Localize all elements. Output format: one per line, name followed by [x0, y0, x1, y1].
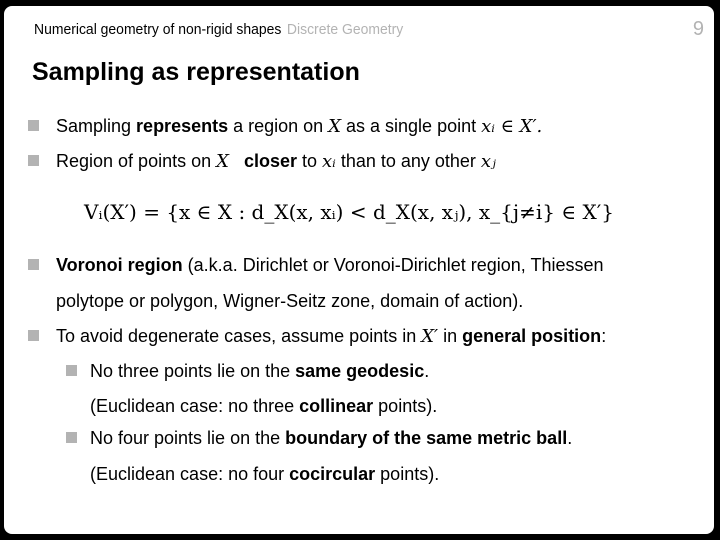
- course-title: Numerical geometry of non-rigid shapes: [34, 21, 282, 38]
- sub-bullet-icon: [66, 432, 77, 443]
- text: points).: [373, 396, 438, 416]
- text: (a.k.a. Dirichlet or Voronoi-Dirichlet r…: [182, 255, 604, 275]
- slide-title: Sampling as representation: [32, 58, 360, 86]
- page-number: 9: [692, 18, 704, 40]
- math: X: [216, 151, 229, 172]
- math: X′: [421, 326, 439, 347]
- bold-text: Voronoi region: [56, 255, 183, 275]
- text: a region on: [228, 116, 329, 136]
- bold-text: general position: [462, 326, 602, 346]
- sub-bullet-icon: [66, 365, 77, 376]
- text: .: [424, 361, 430, 381]
- text: than to any other: [335, 151, 481, 171]
- text: (Euclidean case: no three: [90, 396, 300, 416]
- slide: Numerical geometry of non-rigid shapes Di…: [4, 6, 714, 534]
- bold-text: cocircular: [289, 464, 376, 484]
- bullet-region: Region of points on X closer to xᵢ than …: [56, 151, 496, 172]
- text: in: [438, 326, 463, 346]
- math: X: [328, 116, 342, 137]
- bullet-voronoi: Voronoi region (a.k.a. Dirichlet or Voro…: [56, 255, 604, 276]
- math: xⱼ: [480, 151, 496, 172]
- text: Sampling: [56, 116, 137, 136]
- bullet-voronoi-cont: polytope or polygon, Wigner-Seitz zone, …: [56, 291, 524, 311]
- text: No three points lie on the: [90, 361, 296, 381]
- bold-text: boundary of the same metric ball: [285, 428, 568, 448]
- bold-text: collinear: [299, 396, 374, 416]
- sub-bullet-geodesic-note: (Euclidean case: no three collinear poin…: [90, 396, 437, 417]
- text: .: [567, 428, 573, 448]
- math: xᵢ: [322, 151, 336, 172]
- sub-bullet-geodesic: No three points lie on the same geodesic…: [90, 361, 429, 382]
- bullet-general-position: To avoid degenerate cases, assume points…: [56, 326, 606, 347]
- text: :: [601, 326, 607, 346]
- text: as a single point: [341, 116, 482, 136]
- bullet-sampling: Sampling represents a region on X as a s…: [56, 116, 542, 137]
- math: xᵢ ∈ X′.: [481, 116, 543, 137]
- sub-bullet-metric-ball: No four points lie on the boundary of th…: [90, 428, 572, 449]
- text: to: [297, 151, 323, 171]
- bold-text: closer: [243, 151, 298, 171]
- voronoi-equation: Vᵢ(X′) = {x ∈ X : d_X(x, xᵢ) < d_X(x, xⱼ…: [84, 200, 614, 224]
- bullet-icon: [28, 259, 39, 270]
- text: points).: [375, 464, 440, 484]
- bullet-icon: [28, 330, 39, 341]
- text: (Euclidean case: no four: [90, 464, 290, 484]
- bold-text: same geodesic: [295, 361, 425, 381]
- bold-text: represents: [136, 116, 229, 136]
- slide-header: Numerical geometry of non-rigid shapes Di…: [34, 21, 403, 38]
- text: To avoid degenerate cases, assume points…: [56, 326, 422, 346]
- text: No four points lie on the: [90, 428, 286, 448]
- section-title: Discrete Geometry: [286, 21, 404, 38]
- bullet-icon: [28, 155, 39, 166]
- sub-bullet-metric-ball-note: (Euclidean case: no four cocircular poin…: [90, 464, 439, 485]
- text: Region of points on: [56, 151, 217, 171]
- bullet-icon: [28, 120, 39, 131]
